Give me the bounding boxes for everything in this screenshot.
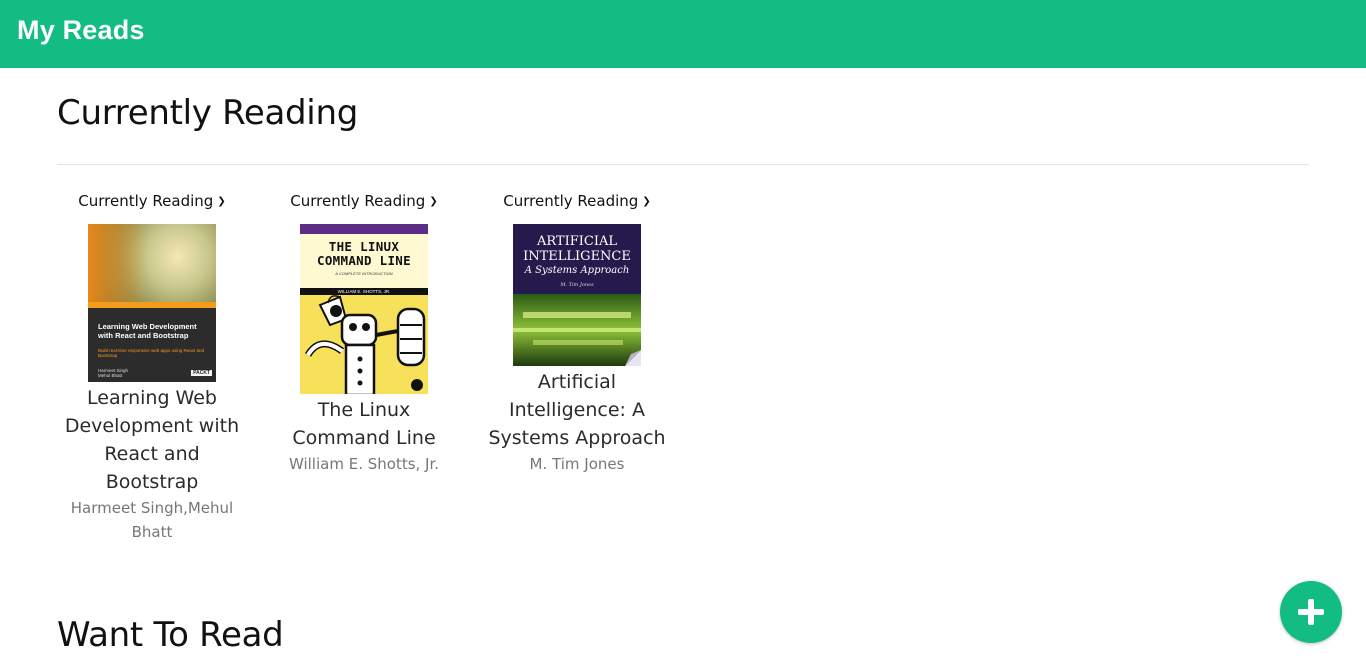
shelf-changer-select[interactable]: Currently Reading ❯: [78, 190, 225, 213]
book-authors: William E. Shotts, Jr.: [288, 455, 440, 473]
book-card: Currently Reading ❯ ARTIFICIAL INTELLIGEN…: [485, 190, 669, 476]
book-title: Artificial Intelligence: A Systems Appro…: [488, 371, 666, 449]
book-card: Currently Reading ❯ THE LINUX COMMAND LIN…: [272, 190, 456, 476]
publisher-logo: PACKT: [191, 370, 212, 376]
shelf-changer-value: Currently Reading: [290, 192, 426, 210]
cover-authors: Harmeet Singh Mehul Bhatt: [98, 368, 129, 378]
cover-authors: M. Tim Jones: [560, 282, 594, 288]
cover-subtitle: A COMPLETE INTRODUCTION: [335, 271, 393, 276]
shelf-changer-value: Currently Reading: [78, 192, 214, 210]
cover-authors: WILLIAM E. SHOTTS, JR.: [300, 288, 428, 295]
shelf-changer-value: Currently Reading: [503, 192, 639, 210]
chevron-down-icon: ❯: [429, 196, 438, 207]
app-title: My Reads: [17, 15, 145, 45]
cover-title: ARTIFICIAL INTELLIGENCE: [523, 234, 631, 264]
shelf-changer-select[interactable]: Currently Reading ❯: [290, 190, 437, 213]
chevron-down-icon: ❯: [642, 196, 651, 207]
robot-illustration: [300, 295, 428, 394]
add-book-button[interactable]: [1280, 581, 1342, 643]
cover-subtitle: A Systems Approach: [524, 265, 630, 276]
book-title: The Linux Command Line: [292, 399, 436, 449]
shelf-title-currently-reading: Currently Reading: [57, 93, 358, 133]
book-cover[interactable]: Learning Web Development with React and …: [88, 224, 216, 382]
chevron-down-icon: ❯: [217, 196, 226, 207]
book-cover[interactable]: ARTIFICIAL INTELLIGENCE A Systems Approa…: [513, 224, 641, 366]
cover-title: Learning Web Development with React and …: [98, 322, 197, 340]
cover-subtitle: Build real-time responsive web apps usin…: [98, 348, 205, 358]
shelf-divider: [57, 164, 1309, 165]
plus-icon: [1298, 599, 1324, 625]
book-card: Currently Reading ❯ Learning Web Developm…: [60, 190, 244, 544]
cover-title: THE LINUX COMMAND LINE: [317, 239, 411, 268]
book-authors: Harmeet Singh,Mehul Bhatt: [70, 499, 234, 541]
app-header: My Reads: [0, 0, 1366, 68]
book-title: Learning Web Development with React and …: [64, 387, 240, 493]
book-cover[interactable]: THE LINUX COMMAND LINE A COMPLETE INTROD…: [300, 224, 428, 394]
book-authors: M. Tim Jones: [529, 455, 625, 473]
shelf-title-want-to-read: Want To Read: [57, 615, 284, 655]
shelf-changer-select[interactable]: Currently Reading ❯: [503, 190, 650, 213]
circuit-illustration: [513, 294, 641, 366]
